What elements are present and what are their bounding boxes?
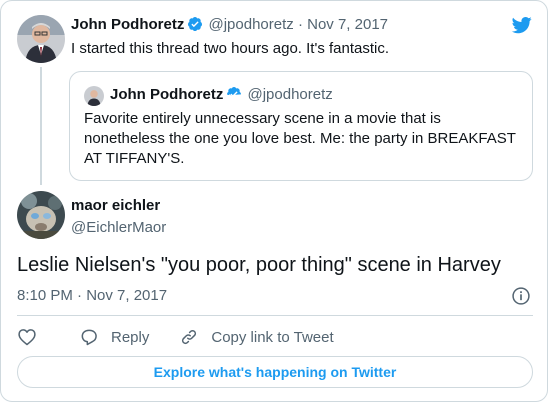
info-icon[interactable]	[511, 286, 531, 306]
parent-tweet-header: John Podhoretz @jpodhoretz · Nov 7, 2017	[71, 16, 388, 33]
thread-connector	[40, 67, 42, 185]
author-handle: @jpodhoretz	[247, 86, 333, 103]
reply-label: Reply	[111, 328, 150, 346]
like-button[interactable]	[17, 327, 49, 347]
avatar[interactable]	[17, 191, 65, 239]
reply-icon	[81, 329, 97, 346]
link-icon	[182, 329, 197, 345]
quoted-tweet-header: John Podhoretz @jpodhoretz	[110, 86, 333, 103]
tweet-card: John Podhoretz @jpodhoretz · Nov 7, 2017…	[0, 0, 548, 402]
copy-link-button[interactable]: Copy link to Tweet	[179, 327, 334, 347]
author-name[interactable]: John Podhoretz	[71, 16, 184, 33]
twitter-bird-icon[interactable]	[511, 15, 533, 35]
author-name[interactable]: maor eichler	[71, 197, 160, 214]
tweet-date[interactable]: Nov 7, 2017	[307, 16, 388, 33]
quoted-tweet-text: Favorite entirely unnecessary scene in a…	[84, 110, 516, 167]
author-handle[interactable]: @jpodhoretz	[209, 16, 294, 33]
quoted-tweet[interactable]: John Podhoretz @jpodhoretz Favorite enti…	[69, 71, 533, 181]
verified-badge-icon	[188, 17, 203, 32]
reply-button[interactable]: Reply	[79, 327, 149, 347]
copy-link-label: Copy link to Tweet	[211, 328, 334, 346]
author-handle[interactable]: @EichlerMaor	[71, 219, 166, 236]
heart-icon	[18, 329, 36, 346]
verified-badge-icon	[227, 87, 242, 98]
avatar	[84, 86, 104, 106]
divider	[17, 315, 533, 316]
tweet-timestamp[interactable]: 8:10 PM · Nov 7, 2017	[17, 287, 167, 304]
separator: ·	[297, 16, 303, 33]
explore-twitter-button[interactable]: Explore what's happening on Twitter	[17, 356, 533, 388]
tweet-actions: Reply Copy link to Tweet	[17, 326, 364, 348]
author-name: John Podhoretz	[110, 86, 224, 103]
avatar[interactable]	[17, 15, 65, 63]
tweet-text: Leslie Nielsen's "you poor, poor thing" …	[17, 254, 501, 276]
parent-tweet-text: I started this thread two hours ago. It'…	[71, 40, 390, 57]
